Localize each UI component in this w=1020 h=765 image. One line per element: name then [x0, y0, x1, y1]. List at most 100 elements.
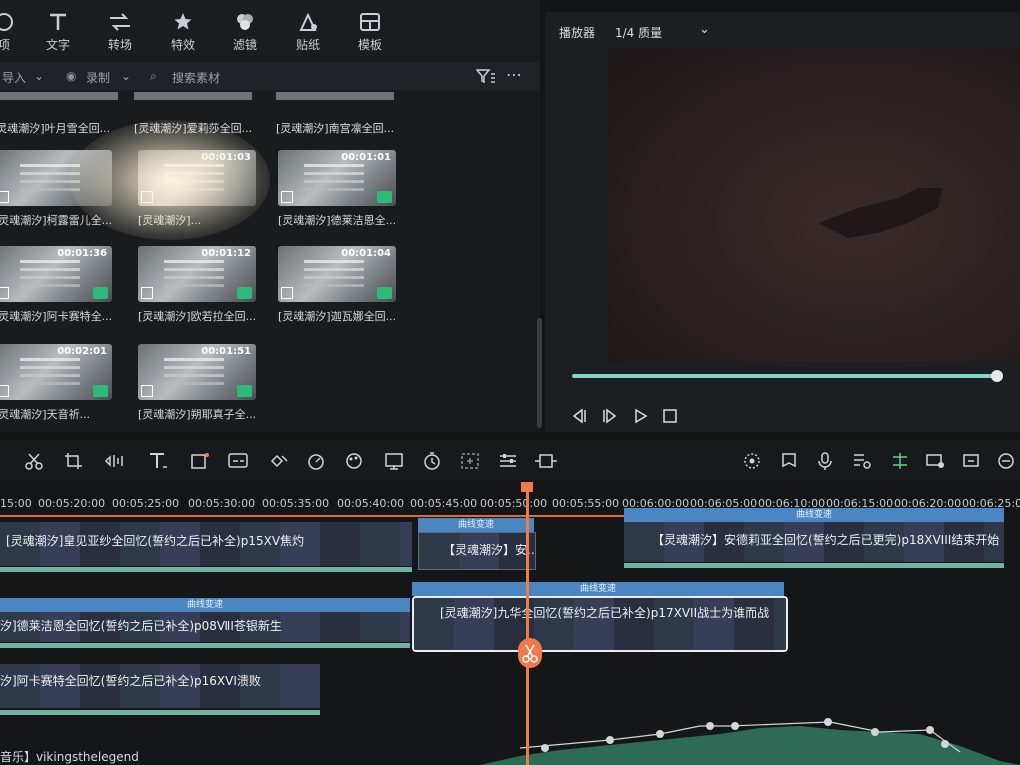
film-icon: [141, 287, 153, 299]
clip-title: [灵魂潮汐]九华全回忆(誓约之后已补全)p17ⅩⅤⅠⅠ战士为谁而战: [440, 606, 770, 620]
film-icon: [0, 191, 9, 203]
scissors-icon: [522, 644, 538, 663]
effects-icon: [174, 13, 192, 30]
snap-icon[interactable]: [890, 452, 910, 470]
split-icon[interactable]: [534, 452, 558, 470]
clip-title: [灵魂潮汐]皇见亚纱全回忆(誓约之后已补全)p15ⅩⅤ焦灼: [6, 534, 305, 548]
transition-icon: [110, 13, 130, 31]
tool-filter[interactable]: 滤镜: [217, 12, 273, 53]
tool-transition[interactable]: 转场: [92, 12, 148, 53]
clip-duration: 00:01:12: [201, 248, 251, 259]
zoom-fit-icon[interactable]: [962, 452, 982, 470]
import-button[interactable]: 导入: [2, 69, 26, 86]
video-clip[interactable]: 汐]阿卡赛特全回忆(誓约之后已补全)p16ⅩⅤⅠ溃败: [0, 664, 320, 708]
subtitle-icon[interactable]: [228, 452, 250, 470]
selected-video-clip[interactable]: [灵魂潮汐]九华全回忆(誓约之后已补全)p17ⅩⅤⅠⅠ战士为谁而战: [412, 596, 788, 652]
prev-frame-icon[interactable]: [572, 408, 586, 424]
scissors-icon[interactable]: [24, 452, 44, 470]
clip-label: [灵魂潮汐]柯露雷儿全...: [0, 214, 113, 227]
clip-title: 【灵魂潮汐】安...: [443, 543, 536, 557]
check-icon: [237, 385, 252, 397]
clip-thumbnail: 00:01:04: [278, 246, 396, 302]
next-frame-icon[interactable]: [603, 408, 617, 424]
top-row: [0, 92, 540, 112]
transition-badge[interactable]: 曲线变速: [624, 508, 1004, 522]
record-icon: ◉: [66, 69, 77, 83]
chevron-down-icon[interactable]: ⌄: [121, 69, 131, 83]
media-clip[interactable]: 00:01:12 [灵魂潮汐]欧若拉全回...: [138, 246, 256, 324]
check-icon: [377, 191, 392, 203]
film-icon: [141, 191, 153, 203]
more-icon[interactable]: ⋯: [506, 65, 522, 84]
clip-label: [灵魂潮汐]欧若拉全回...: [138, 310, 257, 323]
text-tool-icon[interactable]: [148, 452, 170, 470]
speed-icon[interactable]: [306, 452, 328, 470]
search-input[interactable]: 搜索素材: [172, 69, 220, 86]
tool-media[interactable]: 项: [0, 12, 32, 53]
media-clip[interactable]: 00:02:01 [灵魂潮汐]天音祈...: [0, 344, 112, 422]
freeze-frame-icon[interactable]: [384, 452, 406, 470]
media-clip[interactable]: 00:01:36 [灵魂潮汐]阿卡赛特全...: [0, 246, 112, 324]
playback-progress-bar[interactable]: [572, 374, 1000, 378]
record-button[interactable]: 录制: [86, 69, 110, 86]
check-icon: [377, 287, 392, 299]
playhead[interactable]: [526, 484, 529, 765]
media-clip[interactable]: 00:01:51 [灵魂潮汐]朔耶真子全...: [138, 344, 256, 422]
link-icon[interactable]: [926, 452, 946, 470]
media-icon: [0, 13, 13, 31]
clip-thumbnail: 00:01:01: [278, 150, 396, 206]
clip-thumbnail: 00:01:51: [138, 344, 256, 400]
marker-icon[interactable]: [780, 452, 798, 470]
keyframe-icon[interactable]: [268, 452, 290, 470]
media-clip[interactable]: 00:01:04 [灵魂潮汐]迦瓦娜全回...: [278, 246, 396, 324]
shape-icon[interactable]: [190, 452, 210, 470]
crop-icon[interactable]: [64, 452, 84, 470]
transition-badge[interactable]: 曲线变速: [0, 598, 410, 612]
tool-label: 模板: [357, 38, 382, 52]
filter-sort-icon[interactable]: [476, 68, 496, 84]
audio-wave: [0, 643, 410, 648]
chevron-down-icon[interactable]: ⌄: [34, 69, 44, 83]
media-clip[interactable]: [灵魂潮汐]柯露雷儿全...: [0, 150, 112, 228]
filter-icon: [237, 14, 253, 30]
render-icon[interactable]: [742, 452, 762, 470]
clip-duration: 00:01:01: [341, 152, 391, 163]
color-icon[interactable]: [344, 452, 366, 470]
progress-knob[interactable]: [991, 370, 1003, 382]
tool-text[interactable]: 文字: [30, 12, 86, 53]
media-clip[interactable]: 00:01:01 [灵魂潮汐]德莱洁恩全...: [278, 150, 396, 228]
tool-sticker[interactable]: 贴纸: [280, 12, 336, 53]
fit-icon[interactable]: [460, 452, 482, 470]
clip-duration: 00:01:36: [57, 248, 107, 259]
transition-badge[interactable]: 曲线变速: [412, 582, 784, 596]
player-header: 播放器 1/4 质量 ⌄: [545, 18, 1020, 46]
clip-thumbnail: 00:01:12: [138, 246, 256, 302]
chevron-down-icon[interactable]: ⌄: [699, 22, 710, 37]
microphone-icon[interactable]: [816, 452, 834, 470]
transition-badge[interactable]: 曲线变速: [418, 518, 534, 532]
audio-icon[interactable]: [104, 452, 130, 470]
video-clip[interactable]: 【灵魂潮汐】安...: [418, 532, 536, 570]
media-clip[interactable]: 00:01:03 [灵魂潮汐]...: [138, 150, 256, 228]
tool-effects[interactable]: 特效: [155, 12, 211, 53]
adjust-icon[interactable]: [498, 452, 520, 470]
quality-select[interactable]: 1/4 质量: [615, 24, 662, 41]
video-clip[interactable]: [灵魂潮汐]皇见亚纱全回忆(誓约之后已补全)p15ⅩⅤ焦灼: [0, 522, 412, 566]
clip-label: [灵魂潮汐]爱莉莎全回...: [134, 122, 253, 135]
audio-wave: [624, 563, 1004, 568]
tool-template[interactable]: 模板: [342, 12, 398, 53]
video-clip[interactable]: 汐]德莱洁恩全回忆(誓约之后已补全)p08ⅦⅠ苍银新生: [0, 612, 410, 642]
playhead-split-button[interactable]: [518, 638, 542, 668]
timer-icon[interactable]: [422, 452, 444, 470]
clip-thumbnail: 00:01:36: [0, 246, 112, 302]
play-icon[interactable]: [635, 408, 648, 424]
stop-icon[interactable]: [663, 409, 677, 423]
audio-track[interactable]: [0, 716, 1020, 765]
check-icon: [237, 287, 252, 299]
media-scrollbar[interactable]: [537, 318, 542, 428]
clip-duration: 00:02:01: [57, 346, 107, 357]
zoom-out-icon[interactable]: [996, 452, 1016, 470]
audio-mix-icon[interactable]: [852, 452, 872, 470]
video-clip[interactable]: 【灵魂潮汐】安德莉亚全回忆(誓约之后已更完)p18ⅩⅤⅠⅠⅠ结束开始: [624, 522, 1004, 562]
video-preview[interactable]: [608, 48, 1020, 362]
